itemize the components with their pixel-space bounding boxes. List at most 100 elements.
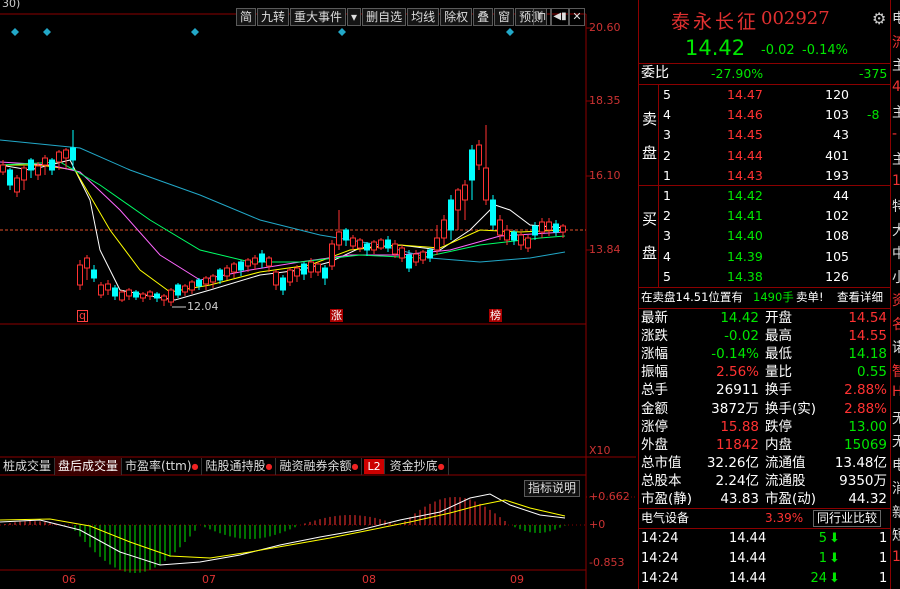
buy-row[interactable]: 3 14.40 108 bbox=[639, 226, 891, 245]
candle-body[interactable] bbox=[77, 264, 83, 286]
candle-body[interactable] bbox=[168, 289, 174, 303]
toolbar-button-1[interactable]: 九转 bbox=[257, 8, 290, 26]
indicator-tab-5[interactable]: L2 bbox=[364, 459, 385, 474]
indicator-tab-4[interactable]: 融资融券余额● bbox=[276, 458, 363, 475]
candle-body[interactable] bbox=[427, 249, 433, 259]
candle-body[interactable] bbox=[434, 237, 440, 251]
candle-body[interactable] bbox=[539, 221, 545, 233]
buy-row[interactable]: 4 14.39 105 bbox=[639, 247, 891, 266]
sector-name[interactable]: 电气设备 bbox=[641, 509, 689, 528]
candle-body[interactable] bbox=[105, 283, 111, 291]
candle-body[interactable] bbox=[441, 219, 447, 239]
toolbar-button-2[interactable]: 重大事件 bbox=[290, 8, 347, 26]
event-marker-bang[interactable]: 榜 bbox=[489, 309, 502, 322]
candle-body[interactable] bbox=[560, 225, 566, 233]
candle-body[interactable] bbox=[133, 291, 139, 298]
toolbar-button-3[interactable]: ▾ bbox=[347, 8, 362, 26]
candle-body[interactable] bbox=[343, 229, 349, 241]
event-diamond-icon[interactable] bbox=[506, 28, 514, 36]
candle-body[interactable] bbox=[532, 225, 538, 236]
candle-body[interactable] bbox=[119, 291, 125, 301]
kline-chart[interactable] bbox=[0, 0, 636, 589]
toolbar-button-8[interactable]: 窗 bbox=[494, 8, 515, 26]
candle-body[interactable] bbox=[231, 263, 237, 273]
candle-body[interactable] bbox=[357, 239, 363, 249]
candle-body[interactable] bbox=[154, 293, 160, 299]
buy-row[interactable]: 2 14.41 102 bbox=[639, 206, 891, 225]
candle-body[interactable] bbox=[301, 263, 307, 275]
candle-body[interactable] bbox=[21, 167, 27, 181]
candle-body[interactable] bbox=[49, 159, 55, 171]
candle-body[interactable] bbox=[406, 254, 412, 269]
sell-row[interactable]: 3 14.45 43 bbox=[639, 125, 891, 144]
candle-body[interactable] bbox=[469, 149, 475, 181]
candle-body[interactable] bbox=[294, 267, 300, 277]
candle-body[interactable] bbox=[147, 291, 153, 297]
candle-body[interactable] bbox=[56, 151, 62, 163]
candle-body[interactable] bbox=[84, 257, 90, 269]
candle-body[interactable] bbox=[91, 269, 97, 279]
indicator-tab-2[interactable]: 市盈率(ttm)● bbox=[122, 458, 203, 475]
indicator-tab-6[interactable]: 资金抄底● bbox=[387, 458, 449, 475]
candle-body[interactable] bbox=[189, 281, 195, 291]
candle-body[interactable] bbox=[203, 277, 209, 285]
candle-body[interactable] bbox=[350, 237, 356, 247]
sell-row[interactable]: 2 14.44 401 bbox=[639, 146, 891, 165]
indicator-tab-3[interactable]: 陆股通持股● bbox=[202, 458, 277, 475]
close-icon[interactable]: ✕ bbox=[569, 8, 585, 26]
candle-body[interactable] bbox=[224, 267, 230, 277]
candle-body[interactable] bbox=[448, 199, 454, 231]
candle-body[interactable] bbox=[378, 239, 384, 249]
play-icon[interactable]: ◀▮ bbox=[551, 8, 569, 26]
candle-body[interactable] bbox=[35, 165, 41, 176]
event-diamond-icon[interactable] bbox=[43, 28, 51, 36]
sell-notice-link[interactable]: 查看详细 bbox=[837, 288, 883, 307]
sell-row[interactable]: 1 14.43 193 bbox=[639, 166, 891, 185]
candle-body[interactable] bbox=[455, 189, 461, 211]
candle-body[interactable] bbox=[112, 287, 118, 297]
event-diamond-icon[interactable] bbox=[11, 28, 19, 36]
candle-body[interactable] bbox=[0, 164, 6, 173]
indicator-tab-1[interactable]: 盘后成交量 bbox=[55, 458, 123, 475]
candle-body[interactable] bbox=[476, 144, 482, 166]
candle-body[interactable] bbox=[322, 267, 328, 279]
candle-body[interactable] bbox=[336, 231, 342, 246]
candle-body[interactable] bbox=[490, 199, 496, 226]
candle-body[interactable] bbox=[308, 261, 314, 273]
candle-body[interactable] bbox=[392, 243, 398, 255]
candle-body[interactable] bbox=[210, 275, 216, 283]
event-diamond-icon[interactable] bbox=[338, 28, 346, 36]
sell-row[interactable]: 4 14.46 103 -8 bbox=[639, 105, 891, 124]
candle-body[interactable] bbox=[525, 237, 531, 249]
settings-gear-icon[interactable]: ⚙ bbox=[872, 9, 886, 28]
candle-body[interactable] bbox=[196, 279, 202, 287]
candle-body[interactable] bbox=[182, 285, 188, 293]
toolbar-button-4[interactable]: 删自选 bbox=[362, 8, 407, 26]
indicator-help-button[interactable]: 指标说明 bbox=[524, 480, 581, 497]
candle-body[interactable] bbox=[483, 167, 489, 201]
candle-body[interactable] bbox=[266, 257, 272, 267]
candle-body[interactable] bbox=[511, 231, 517, 241]
candle-body[interactable] bbox=[14, 177, 20, 193]
candle-body[interactable] bbox=[245, 259, 251, 267]
lock-icon[interactable]: ⊓ bbox=[533, 8, 551, 26]
event-diamond-icon[interactable] bbox=[191, 28, 199, 36]
candle-body[interactable] bbox=[28, 159, 34, 171]
candle-body[interactable] bbox=[329, 243, 335, 267]
toolbar-button-0[interactable]: 简 bbox=[236, 8, 257, 26]
candle-body[interactable] bbox=[161, 295, 167, 301]
candle-body[interactable] bbox=[420, 251, 426, 261]
candle-body[interactable] bbox=[413, 253, 419, 263]
toolbar-button-6[interactable]: 除权 bbox=[440, 8, 473, 26]
indicator-tab-0[interactable]: 桩成交量 bbox=[0, 458, 56, 475]
candle-body[interactable] bbox=[315, 263, 321, 273]
candle-body[interactable] bbox=[553, 223, 559, 233]
candle-body[interactable] bbox=[140, 293, 146, 299]
buy-row[interactable]: 5 14.38 126 bbox=[639, 267, 891, 286]
candle-body[interactable] bbox=[252, 257, 258, 265]
candle-body[interactable] bbox=[259, 253, 265, 263]
candle-body[interactable] bbox=[287, 269, 293, 283]
buy-row[interactable]: 1 14.42 44 bbox=[639, 186, 891, 205]
candle-body[interactable] bbox=[70, 147, 76, 161]
candle-body[interactable] bbox=[7, 169, 13, 186]
